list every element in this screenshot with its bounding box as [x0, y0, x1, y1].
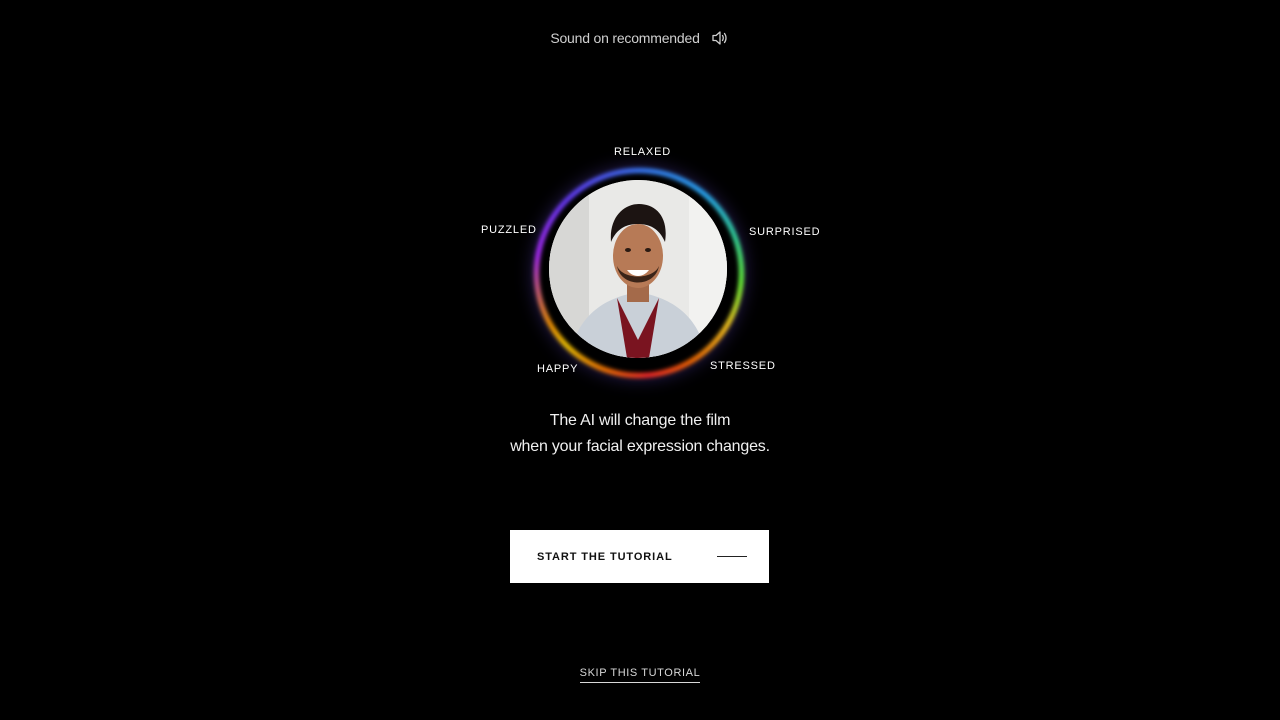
emotion-label-surprised: SURPRISED — [749, 226, 821, 238]
emotion-label-stressed: STRESSED — [710, 360, 776, 372]
tutorial-screen: Sound on recommended RELAXED PUZZLED SUR… — [0, 0, 1280, 720]
caption-line-2: when your facial expression changes. — [510, 438, 770, 455]
face-portrait — [549, 180, 727, 358]
start-tutorial-button[interactable]: START THE TUTORIAL — [510, 530, 769, 583]
emotion-label-puzzled: PUZZLED — [481, 224, 537, 236]
arrow-line-icon — [717, 556, 747, 557]
emotion-wheel: RELAXED PUZZLED SURPRISED HAPPY STRESSED — [0, 0, 1280, 720]
skip-tutorial-link[interactable]: SKIP THIS TUTORIAL — [579, 667, 701, 683]
emotion-label-relaxed: RELAXED — [614, 146, 671, 158]
tutorial-caption: The AI will change the film when your fa… — [0, 408, 1280, 460]
start-tutorial-label: START THE TUTORIAL — [537, 550, 673, 563]
caption-line-1: The AI will change the film — [549, 412, 731, 429]
emotion-label-happy: HAPPY — [537, 363, 579, 375]
skip-tutorial-container: SKIP THIS TUTORIAL — [0, 663, 1280, 683]
